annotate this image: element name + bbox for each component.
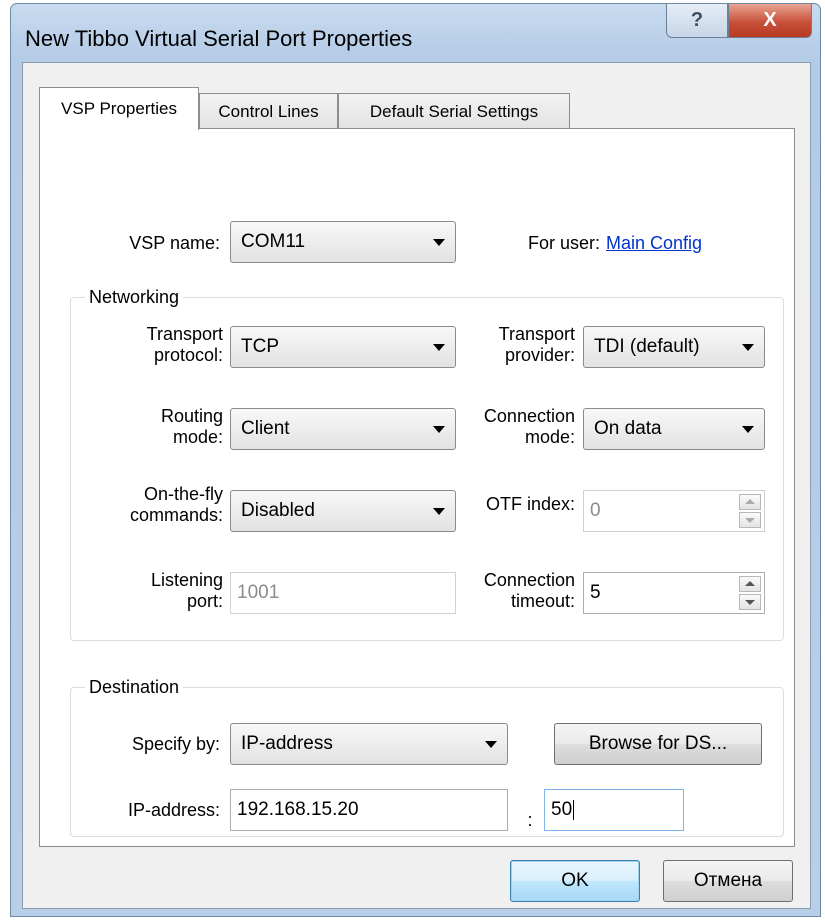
chevron-down-icon bbox=[433, 508, 445, 515]
help-icon: ? bbox=[690, 9, 704, 31]
routing-mode-select[interactable]: Client bbox=[230, 408, 456, 450]
spin-down-icon[interactable] bbox=[739, 512, 761, 528]
specify-by-label: Specify by: bbox=[131, 734, 220, 754]
ok-button[interactable]: OK bbox=[510, 860, 640, 902]
help-button[interactable]: ? bbox=[666, 4, 728, 38]
dialog-window: New Tibbo Virtual Serial Port Properties… bbox=[10, 3, 821, 917]
otf-commands-select[interactable]: Disabled bbox=[230, 490, 456, 532]
otf-index-input[interactable]: 0 bbox=[583, 490, 765, 532]
transport-protocol-select[interactable]: TCP bbox=[230, 326, 456, 368]
tab-vsp-properties[interactable]: VSP Properties bbox=[39, 87, 199, 130]
otf-index-label: OTF index: bbox=[485, 494, 575, 514]
spin-up-icon[interactable] bbox=[739, 494, 761, 510]
routing-mode-value: Client bbox=[241, 418, 290, 439]
chevron-down-icon bbox=[433, 344, 445, 351]
chevron-down-icon bbox=[433, 239, 445, 246]
dialog-client-area: VSP Properties Control Lines Default Ser… bbox=[22, 62, 811, 909]
connection-timeout-label: Connection timeout: bbox=[483, 570, 575, 611]
listening-port-label: Listening port: bbox=[150, 570, 223, 611]
for-user-link[interactable]: Main Config bbox=[606, 233, 702, 254]
transport-protocol-label: Transport protocol: bbox=[146, 324, 223, 365]
connection-timeout-input[interactable]: 5 bbox=[583, 572, 765, 614]
ip-address-value: 192.168.15.20 bbox=[237, 799, 359, 820]
close-icon: X bbox=[763, 9, 777, 31]
browse-for-ds-button[interactable]: Browse for DS... bbox=[554, 723, 762, 765]
transport-protocol-value: TCP bbox=[241, 336, 279, 357]
text-cursor bbox=[573, 800, 575, 820]
ip-address-input[interactable]: 192.168.15.20 bbox=[230, 789, 508, 831]
chevron-down-icon bbox=[742, 426, 754, 433]
connection-mode-label: Connection mode: bbox=[483, 406, 575, 447]
listening-port-input[interactable]: 1001 bbox=[230, 572, 456, 614]
vsp-name-select[interactable]: COM11 bbox=[230, 221, 456, 263]
tab-control-lines[interactable]: Control Lines bbox=[199, 93, 338, 129]
otf-commands-value: Disabled bbox=[241, 500, 315, 521]
cancel-button[interactable]: Отмена bbox=[663, 860, 793, 902]
chevron-down-icon bbox=[742, 344, 754, 351]
vsp-properties-page: VSP name: COM11 For user: Main Config Ne… bbox=[39, 128, 795, 847]
vsp-name-label: VSP name: bbox=[129, 233, 220, 253]
specify-by-value: IP-address bbox=[241, 733, 333, 754]
transport-provider-label: Transport provider: bbox=[498, 324, 575, 365]
transport-provider-select[interactable]: TDI (default) bbox=[583, 326, 765, 368]
tab-default-serial-settings[interactable]: Default Serial Settings bbox=[338, 93, 570, 129]
window-title: New Tibbo Virtual Serial Port Properties bbox=[25, 26, 413, 51]
close-button[interactable]: X bbox=[728, 4, 812, 38]
networking-group-title: Networking bbox=[85, 287, 184, 308]
port-input[interactable]: 50 bbox=[544, 789, 684, 831]
otf-index-spinner[interactable] bbox=[739, 494, 761, 528]
specify-by-select[interactable]: IP-address bbox=[230, 723, 508, 765]
connection-timeout-value: 5 bbox=[590, 582, 601, 603]
port-value: 50 bbox=[551, 799, 573, 820]
chevron-down-icon bbox=[433, 426, 445, 433]
spin-up-icon[interactable] bbox=[739, 576, 761, 592]
connection-mode-select[interactable]: On data bbox=[583, 408, 765, 450]
routing-mode-label: Routing mode: bbox=[160, 406, 223, 447]
port-separator: : bbox=[527, 810, 533, 830]
spin-down-icon[interactable] bbox=[739, 594, 761, 610]
otf-index-value: 0 bbox=[590, 500, 601, 521]
ip-address-label: IP-address: bbox=[127, 800, 220, 820]
for-user-label: For user: bbox=[527, 233, 600, 253]
networking-group: Networking Transport protocol: TCP Trans… bbox=[70, 287, 784, 641]
transport-provider-value: TDI (default) bbox=[594, 336, 700, 357]
listening-port-value: 1001 bbox=[237, 582, 280, 603]
connection-mode-value: On data bbox=[594, 418, 662, 439]
destination-group-title: Destination bbox=[85, 677, 184, 698]
vsp-name-value: COM11 bbox=[241, 231, 306, 252]
otf-commands-label: On-the-fly commands: bbox=[129, 484, 223, 525]
connection-timeout-spinner[interactable] bbox=[739, 576, 761, 610]
chevron-down-icon bbox=[485, 741, 497, 748]
